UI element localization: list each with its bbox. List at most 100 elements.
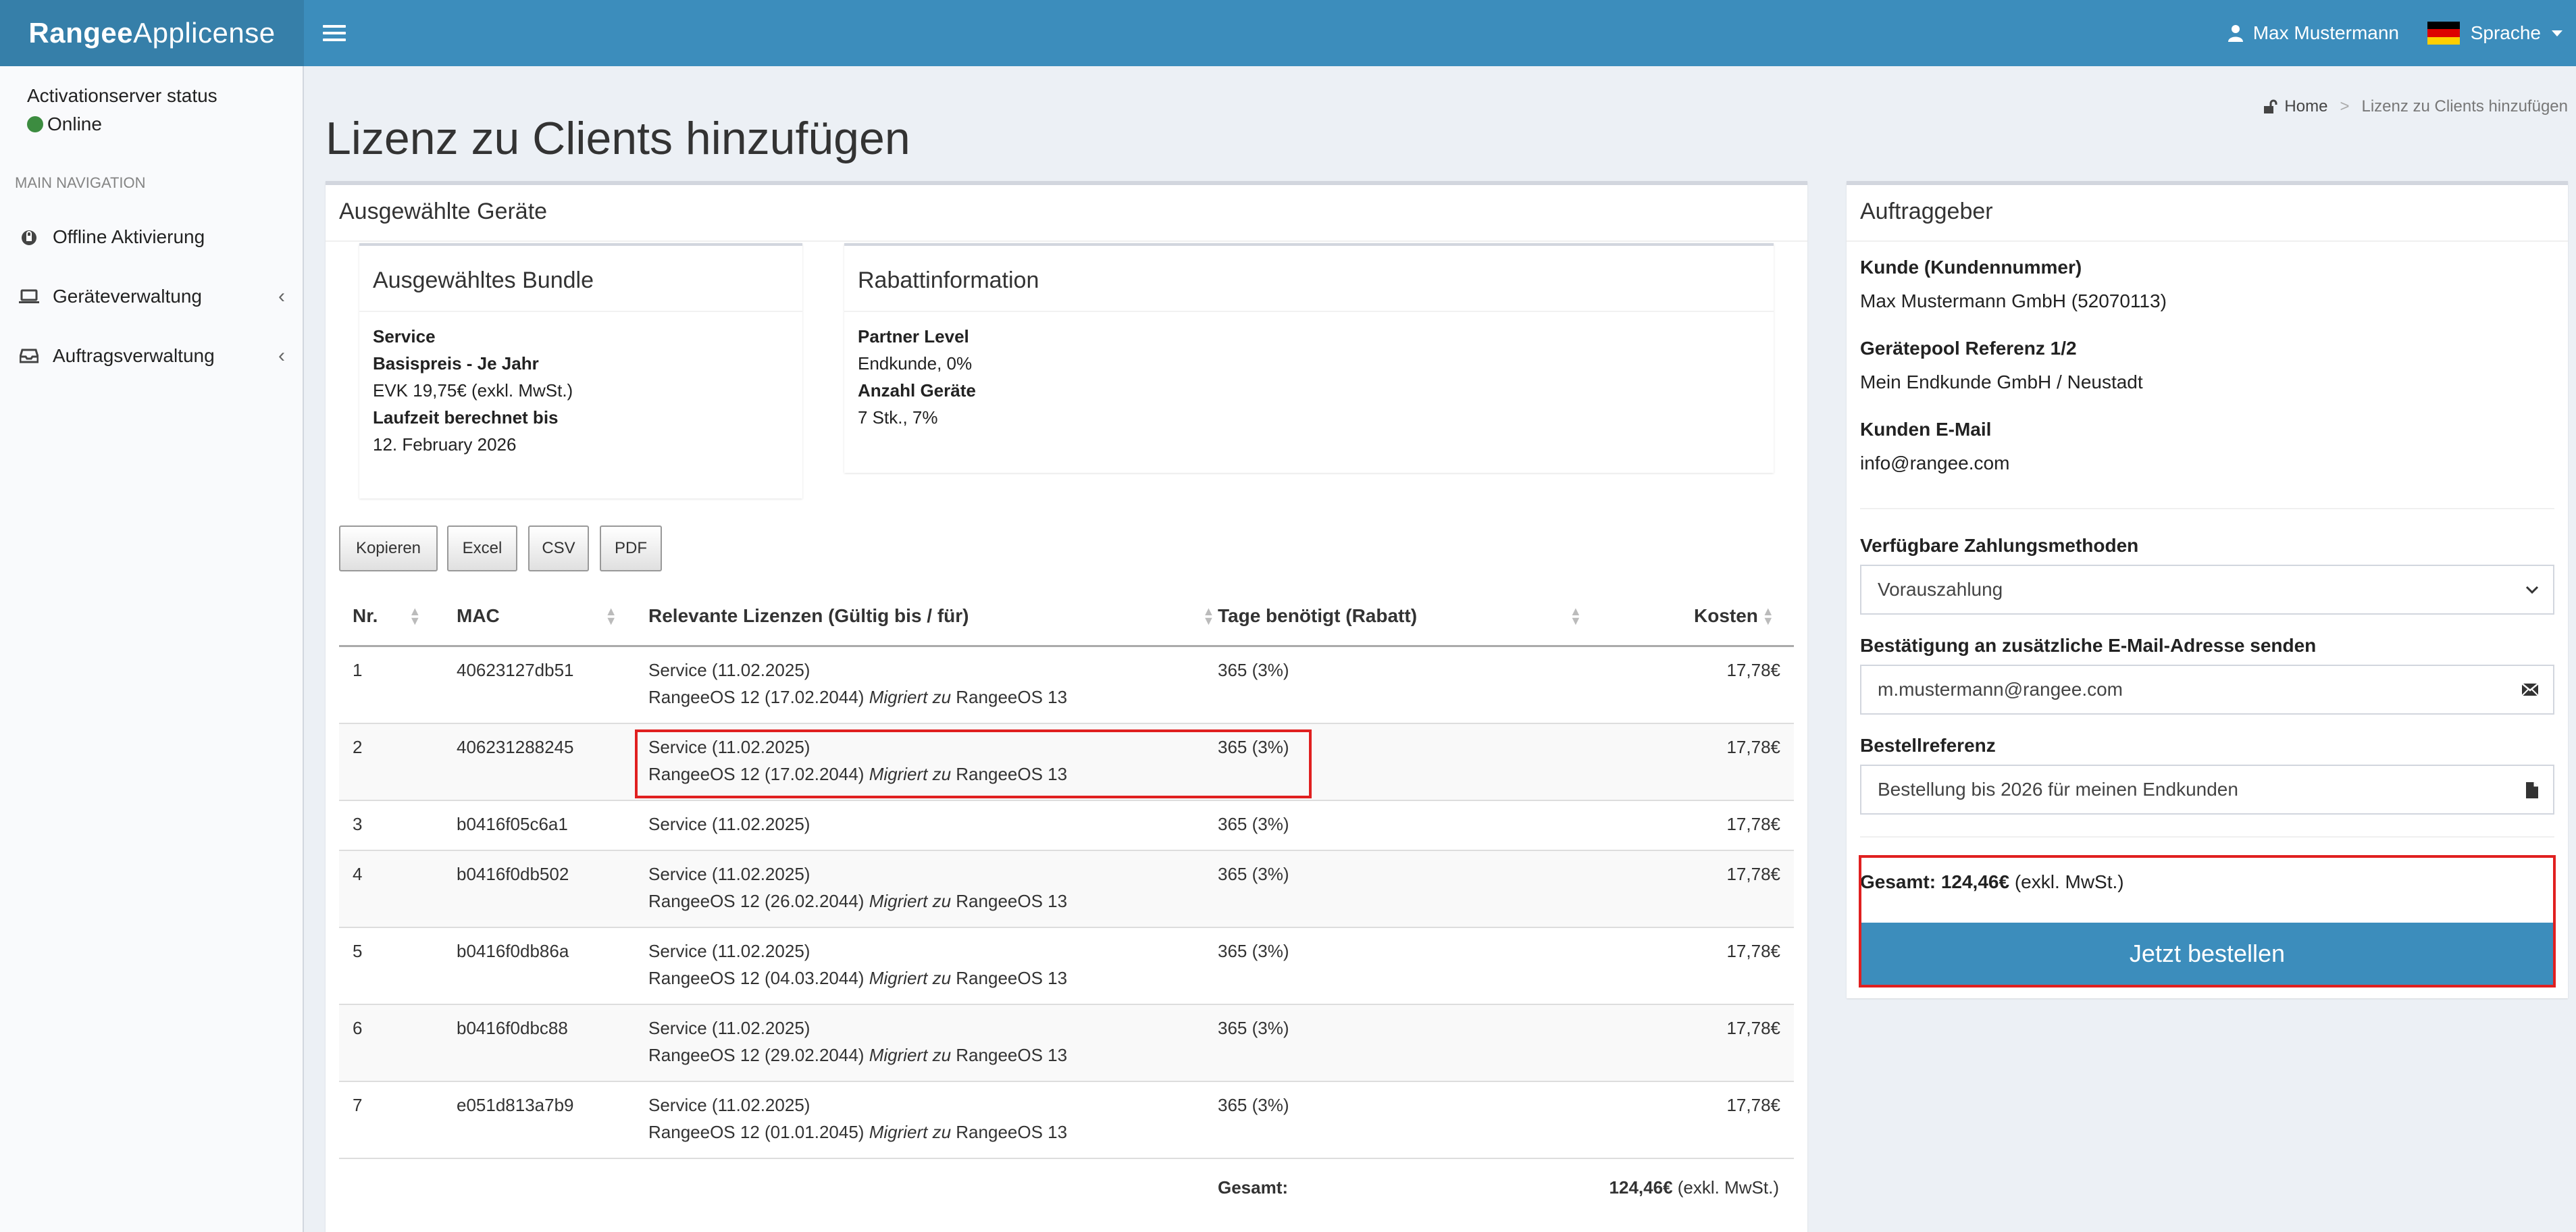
payment-select[interactable]: Vorauszahlung <box>1860 565 2554 615</box>
table-row[interactable]: 3 b0416f05c6a1 Service (11.02.2025) 365 (3%… <box>339 801 1794 851</box>
row-days: 365 (3%) <box>1218 814 1289 834</box>
copy-button[interactable]: Kopieren <box>339 525 438 571</box>
user-name: Max Mustermann <box>2252 22 2399 43</box>
col-header-cost[interactable]: Kosten ▲ ▼ <box>1694 605 1774 627</box>
sort-icon: ▲ ▼ <box>604 605 617 627</box>
row-mac: 40623127db51 <box>457 660 574 680</box>
server-status-value: Online <box>47 113 102 134</box>
discount-title: Rabattinformation <box>858 267 1039 293</box>
col-header-mac[interactable]: MAC ▲ ▼ <box>457 605 619 627</box>
confirm-email-value: m.mustermann@rangee.com <box>1878 679 2123 700</box>
row-number: 5 <box>353 941 363 961</box>
customer-label: Kunde (Kundennummer) <box>1860 257 2082 278</box>
runtime-value: 12. February 2026 <box>373 434 517 455</box>
table-total: 124,46€ (exkl. MwSt.) <box>1609 1174 1779 1201</box>
row-mac: b0416f0db502 <box>457 864 569 884</box>
table-row[interactable]: 1 40623127db51 Service (11.02.2025) RangeeO… <box>339 647 1794 724</box>
row-mac: b0416f0dbc88 <box>457 1018 568 1038</box>
license-line: Service (11.02.2025) <box>648 941 810 961</box>
table-total-label: Gesamt: <box>1218 1177 1289 1198</box>
table-row[interactable]: 7 e051d813a7b9 Service (11.02.2025) RangeeO… <box>339 1082 1794 1159</box>
sidebar-item-geraeteverwaltung[interactable]: Geräteverwaltung ‹ <box>0 270 303 323</box>
box-title: Ausgewählte Geräte <box>339 199 548 224</box>
inbox-icon <box>18 349 41 363</box>
app-logo[interactable]: Rangee Applicense <box>0 0 304 66</box>
row-cost: 17,78€ <box>1726 1095 1780 1115</box>
row-days: 365 (3%) <box>1218 1095 1289 1115</box>
order-ref-input[interactable]: Bestellung bis 2026 für meinen Endkunden <box>1860 765 2554 815</box>
row-days: 365 (3%) <box>1218 1018 1289 1038</box>
server-status: Online <box>27 113 102 135</box>
row-number: 4 <box>353 864 363 884</box>
row-licenses: Service (11.02.2025) <box>648 811 810 838</box>
highlight-box <box>1859 855 2556 987</box>
confirm-email-input[interactable]: m.mustermann@rangee.com <box>1860 665 2554 715</box>
user-menu[interactable]: Max Mustermann <box>2227 0 2399 66</box>
license-line: RangeeOS 12 (04.03.2044) Migriert zu Ran… <box>648 968 1068 988</box>
customer-value: Max Mustermann GmbH (52070113) <box>1860 290 2167 311</box>
sidebar-item-label: Auftragsverwaltung <box>53 345 215 366</box>
col-header-days[interactable]: Tage benötigt (Rabatt) ▲ ▼ <box>1218 605 1582 627</box>
license-line: RangeeOS 12 (29.02.2044) Migriert zu Ran… <box>648 1045 1068 1065</box>
top-navbar: Rangee Applicense Max Mustermann Sprache <box>0 0 2576 66</box>
breadcrumb-home[interactable]: Home <box>2284 97 2327 116</box>
row-cost: 17,78€ <box>1726 814 1780 834</box>
logo-text: Applicense <box>133 17 276 49</box>
breadcrumb-current: Lizenz zu Clients hinzufügen <box>2361 97 2568 116</box>
server-status-title: Activationserver status <box>27 85 217 106</box>
menu-toggle-icon[interactable] <box>323 20 346 46</box>
order-ref-label: Bestellreferenz <box>1860 735 1996 756</box>
license-line: RangeeOS 12 (17.02.2044) Migriert zu Ran… <box>648 687 1068 707</box>
payment-label: Verfügbare Zahlungsmethoden <box>1860 535 2139 556</box>
highlight-box <box>635 729 1312 798</box>
row-days: 365 (3%) <box>1218 660 1289 680</box>
language-menu[interactable]: Sprache <box>2427 0 2562 66</box>
sidebar-item-label: Offline Aktivierung <box>53 226 205 247</box>
row-licenses: Service (11.02.2025) RangeeOS 12 (26.02.2… <box>648 861 1067 915</box>
row-mac: 406231288245 <box>457 737 574 757</box>
row-number: 2 <box>353 737 363 757</box>
chevron-down-icon <box>2525 586 2539 594</box>
caret-down-icon <box>2552 30 2562 36</box>
online-dot-icon <box>27 116 43 132</box>
pool-value: Mein Endkunde GmbH / Neustadt <box>1860 371 2143 392</box>
table-row[interactable]: 4 b0416f0db502 Service (11.02.2025) RangeeO… <box>339 851 1794 928</box>
license-line: Service (11.02.2025) <box>648 660 810 680</box>
col-header-licenses[interactable]: Relevante Lizenzen (Gültig bis / für) ▲ ▼ <box>648 605 1214 627</box>
partner-level-value: Endkunde, 0% <box>858 353 973 374</box>
row-mac: b0416f05c6a1 <box>457 814 568 834</box>
license-line: Service (11.02.2025) <box>648 1018 810 1038</box>
col-header-nr[interactable]: Nr. ▲ ▼ <box>353 605 427 627</box>
sidebar-item-offline-aktivierung[interactable]: Offline Aktivierung <box>0 211 303 263</box>
sort-icon: ▲ ▼ <box>1761 605 1774 627</box>
table-total-note: (exkl. MwSt.) <box>1677 1177 1779 1198</box>
breadcrumb: Home > Lizenz zu Clients hinzufügen <box>2263 97 2568 116</box>
license-line: Service (11.02.2025) <box>648 864 810 884</box>
row-cost: 17,78€ <box>1726 737 1780 757</box>
row-licenses: Service (11.02.2025) RangeeOS 12 (04.03.2… <box>648 938 1067 992</box>
price-label: Basispreis - Je Jahr <box>373 353 539 374</box>
unlock-icon <box>2264 99 2277 113</box>
chevron-left-icon: ‹ <box>278 285 285 307</box>
row-number: 7 <box>353 1095 363 1115</box>
table-row[interactable]: 5 b0416f0db86a Service (11.02.2025) RangeeO… <box>339 928 1794 1005</box>
row-cost: 17,78€ <box>1726 864 1780 884</box>
german-flag-icon <box>2427 22 2460 45</box>
sidebar-item-auftragsverwaltung[interactable]: Auftragsverwaltung ‹ <box>0 330 303 382</box>
partner-level-label: Partner Level <box>858 326 969 346</box>
license-line: RangeeOS 12 (26.02.2044) Migriert zu Ran… <box>648 891 1068 911</box>
price-value: EVK 19,75€ (exkl. MwSt.) <box>373 380 573 401</box>
pdf-button[interactable]: PDF <box>600 525 662 571</box>
table-row[interactable]: 6 b0416f0dbc88 Service (11.02.2025) RangeeO… <box>339 1005 1794 1082</box>
payment-select-value: Vorauszahlung <box>1878 579 2003 600</box>
chevron-left-icon: ‹ <box>278 344 285 367</box>
nav-header: MAIN NAVIGATION <box>15 174 146 191</box>
row-number: 1 <box>353 660 363 680</box>
bundle-box: Ausgewähltes Bundle Service Basispreis -… <box>359 243 802 498</box>
row-days: 365 (3%) <box>1218 864 1289 884</box>
csv-button[interactable]: CSV <box>528 525 589 571</box>
excel-button[interactable]: Excel <box>447 525 517 571</box>
row-number: 3 <box>353 814 363 834</box>
envelope-icon <box>2521 683 2539 696</box>
license-line: Service (11.02.2025) <box>648 1095 810 1115</box>
